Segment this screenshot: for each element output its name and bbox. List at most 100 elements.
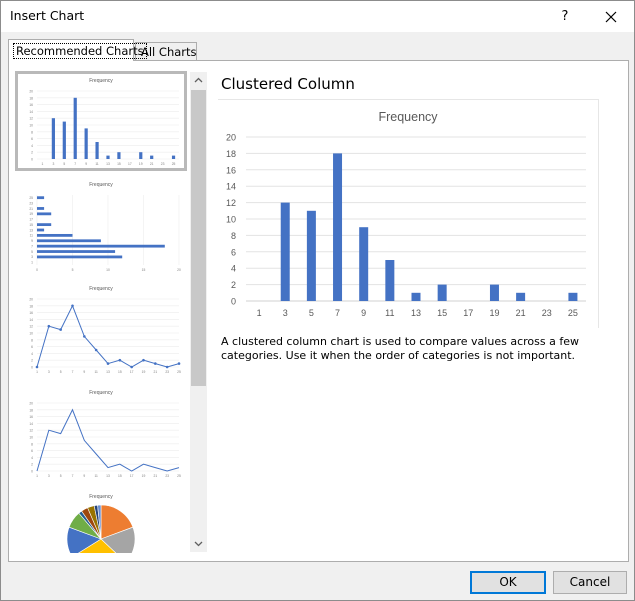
thumb-y-tick: 10 [29, 436, 33, 440]
thumbnail-clustered-bar[interactable]: Frequency 0 5 10 15 20 1 3 5 7 9 11 13 15 17 19 21 23 25 [15, 175, 187, 275]
insert-chart-dialog: Insert Chart ? Recommended Charts All Ch… [0, 0, 635, 601]
thumb-x-tick: 15 [118, 370, 122, 374]
thumb-point [118, 358, 122, 362]
scroll-up-button[interactable] [190, 72, 207, 89]
thumbnail-clustered-column[interactable]: Frequency 0 2 4 6 8 10 12 14 16 18 20 1 3 5 7 9 11 13 15 17 1… [15, 71, 187, 171]
thumb-title: Frequency [89, 390, 113, 396]
thumb-x-tick: 5 [72, 268, 74, 272]
thumb-y-tick: 12 [29, 325, 33, 329]
thumb-point [177, 362, 181, 365]
x-tick-label: 9 [361, 308, 366, 318]
thumb-bar [37, 244, 165, 248]
thumb-y-tick: 12 [29, 117, 33, 121]
thumb-y-tick: 20 [29, 402, 33, 406]
thumbnail-scatter-lines[interactable]: Frequency 0 2 4 6 8 10 12 14 16 18 20 1 3 5 7 9 11 13 15 17 1… [15, 279, 187, 379]
thumb-x-tick: 15 [117, 162, 121, 166]
thumb-x-tick: 10 [106, 268, 110, 272]
thumb-point [71, 304, 74, 308]
thumb-bar [73, 97, 77, 159]
thumb-y-tick: 1 [31, 261, 33, 265]
thumb-y-tick: 16 [29, 415, 33, 419]
thumb-y-tick: 4 [31, 456, 33, 460]
thumb-x-tick: 7 [72, 474, 74, 478]
thumb-y-tick: 11 [30, 234, 34, 238]
tab-all-charts-label: All Charts [141, 45, 197, 59]
thumb-x-tick: 17 [130, 474, 134, 478]
thumb-x-tick: 3 [48, 370, 50, 374]
bar [516, 292, 526, 301]
thumb-point [106, 362, 110, 365]
thumb-title: Frequency [89, 78, 113, 84]
y-tick-label: 2 [231, 280, 236, 290]
thumb-bar [37, 207, 45, 210]
thumb-point [165, 365, 169, 369]
thumb-y-tick: 16 [29, 103, 33, 107]
thumb-y-tick: 15 [29, 223, 33, 227]
thumb-bar [37, 250, 116, 253]
thumb-y-tick: 0 [31, 366, 33, 370]
help-button[interactable]: ? [554, 6, 576, 28]
thumb-y-tick: 2 [31, 463, 33, 467]
chart-type-name: Clustered Column [221, 75, 355, 93]
thumb-x-tick: 11 [94, 370, 98, 374]
thumb-y-tick: 14 [29, 422, 33, 426]
thumb-point [154, 362, 157, 365]
bar [437, 284, 447, 301]
thumb-x-tick: 21 [153, 370, 157, 374]
thumb-x-tick: 25 [172, 162, 176, 166]
thumb-series-line [36, 408, 180, 472]
thumb-y-tick: 2 [31, 359, 33, 363]
thumbnail-line[interactable]: Frequency 0 2 4 6 8 10 12 14 16 18 20 1 3 5 7 9 11 13 15 17 1… [15, 383, 187, 483]
thumb-x-tick: 19 [142, 474, 146, 478]
thumb-x-tick: 15 [118, 474, 122, 478]
thumb-x-tick: 11 [94, 474, 98, 478]
x-tick-label: 7 [335, 308, 340, 318]
x-tick-label: 17 [463, 308, 473, 318]
thumb-bar [37, 239, 101, 243]
chart-preview: Frequency 0 2 4 6 8 10 12 14 16 18 20 1 3 5 7 9 11 13 15 17 1… [218, 99, 599, 328]
bar [359, 227, 369, 301]
thumb-x-tick: 23 [165, 474, 169, 478]
x-tick-label: 11 [385, 308, 394, 318]
x-tick-label: 19 [489, 308, 499, 318]
bar [333, 153, 343, 301]
x-tick-label: 25 [568, 308, 578, 318]
thumb-title: Frequency [89, 494, 113, 500]
thumb-x-tick: 9 [83, 370, 85, 374]
thumb-title: Frequency [89, 182, 113, 188]
thumb-x-tick: 23 [165, 370, 169, 374]
thumb-y-tick: 5 [31, 250, 33, 254]
thumb-y-tick: 7 [31, 244, 33, 248]
y-tick-label: 0 [231, 297, 236, 307]
scroll-thumb[interactable] [191, 90, 206, 386]
thumb-bar [139, 152, 143, 159]
thumb-y-tick: 16 [29, 311, 33, 315]
thumb-y-tick: 0 [31, 470, 33, 474]
thumb-x-tick: 21 [150, 162, 154, 166]
close-button[interactable] [599, 5, 623, 29]
thumb-x-tick: 17 [128, 162, 132, 166]
thumb-x-tick: 5 [63, 162, 65, 166]
y-tick-label: 16 [226, 165, 236, 175]
tab-recommended-charts[interactable]: Recommended Charts [8, 39, 147, 61]
thumb-y-tick: 20 [29, 298, 33, 302]
scroll-down-button[interactable] [190, 535, 207, 552]
cancel-button[interactable]: Cancel [553, 571, 627, 594]
thumb-y-tick: 10 [29, 332, 33, 336]
y-tick-label: 4 [231, 264, 236, 274]
thumbnail-pie[interactable]: Frequency [15, 487, 187, 553]
thumb-x-tick: 15 [142, 268, 146, 272]
thumb-point [142, 358, 145, 362]
thumb-bar [84, 128, 88, 159]
thumb-x-tick: 23 [161, 162, 165, 166]
thumb-x-tick: 21 [153, 474, 157, 478]
thumb-x-tick: 13 [106, 474, 110, 478]
thumb-x-tick: 1 [42, 162, 44, 166]
thumb-x-tick: 1 [36, 474, 38, 478]
thumb-y-tick: 20 [29, 90, 33, 94]
thumb-y-tick: 19 [29, 212, 33, 216]
tab-recommended-charts-label: Recommended Charts [13, 43, 147, 59]
ok-button[interactable]: OK [470, 571, 546, 594]
thumbnail-scrollbar[interactable] [190, 72, 207, 552]
thumb-bar [37, 212, 52, 216]
